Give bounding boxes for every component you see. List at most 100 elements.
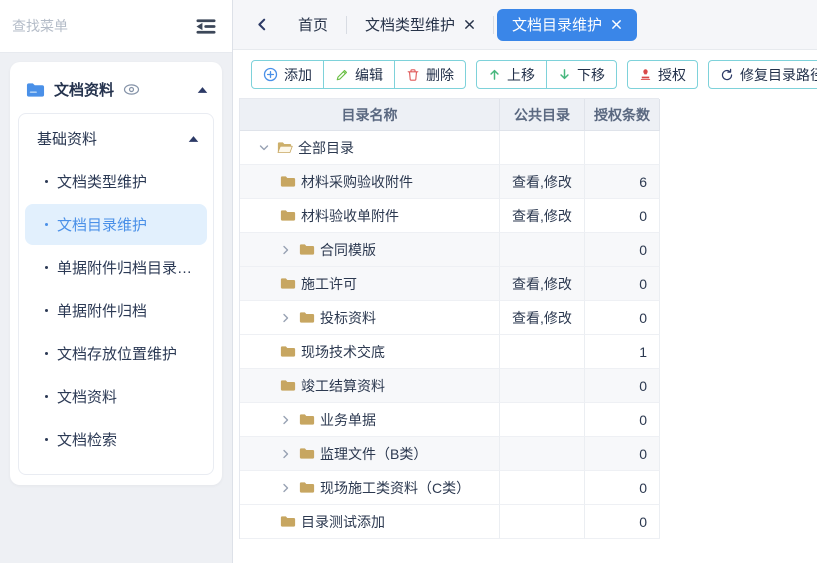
cell-directory-name: 全部目录 bbox=[240, 131, 500, 165]
folder-icon bbox=[280, 175, 296, 188]
sidebar-menu-card: 文档资料 基础资料 bbox=[10, 62, 222, 485]
table-row[interactable]: 材料采购验收附件 查看,修改 6 bbox=[240, 165, 659, 199]
caret-up-icon bbox=[188, 135, 199, 143]
sidebar-menu-item[interactable]: 单据附件归档 bbox=[25, 290, 207, 331]
tab-close-icon[interactable] bbox=[611, 19, 622, 30]
table-row[interactable]: 现场施工类资料（C类） 0 bbox=[240, 471, 659, 505]
table-row[interactable]: 现场技术交底 1 bbox=[240, 335, 659, 369]
move-down-button[interactable]: 下移 bbox=[546, 60, 617, 89]
arrow-down-icon bbox=[558, 68, 571, 81]
group-label: 基础资料 bbox=[37, 128, 188, 149]
table-row[interactable]: 监理文件（B类） 0 bbox=[240, 437, 659, 471]
toolbar: 添加 编辑 删除 bbox=[233, 50, 817, 98]
move-down-label: 下移 bbox=[577, 65, 605, 85]
sidebar: 文档资料 基础资料 bbox=[0, 0, 233, 563]
directory-name: 竣工结算资料 bbox=[301, 376, 385, 396]
collapse-menu-icon[interactable] bbox=[194, 17, 218, 36]
bullet-dot bbox=[45, 266, 48, 269]
refresh-icon bbox=[720, 68, 734, 82]
app-root: 文档资料 基础资料 bbox=[0, 0, 817, 563]
folder-icon bbox=[299, 311, 315, 324]
folder-icon bbox=[299, 413, 315, 426]
table-row[interactable]: 业务单据 0 bbox=[240, 403, 659, 437]
folder-blue-icon bbox=[26, 82, 45, 98]
chevron-right-icon[interactable] bbox=[280, 312, 292, 324]
table-row[interactable]: 投标资料 查看,修改 0 bbox=[240, 301, 659, 335]
chevron-down-icon[interactable] bbox=[258, 142, 270, 154]
tab-list: 首页 文档类型维护 bbox=[283, 9, 637, 41]
chevron-right-icon[interactable] bbox=[280, 414, 292, 426]
cell-public-permissions bbox=[500, 369, 585, 403]
tab-bar: 首页 文档类型维护 bbox=[233, 0, 817, 50]
edit-button[interactable]: 编辑 bbox=[323, 60, 395, 89]
cell-directory-name: 材料验收单附件 bbox=[240, 199, 500, 233]
cell-public-permissions bbox=[500, 437, 585, 471]
directory-name: 投标资料 bbox=[320, 308, 376, 328]
cell-public-permissions bbox=[500, 505, 585, 539]
search-input[interactable] bbox=[12, 18, 186, 34]
tab-label: 文档类型维护 bbox=[365, 14, 455, 35]
tab[interactable]: 文档类型维护 bbox=[350, 9, 490, 41]
sidebar-group-header[interactable]: 基础资料 bbox=[25, 116, 207, 159]
directory-table: 目录名称 公共目录 授权条数 bbox=[239, 98, 659, 539]
tab[interactable]: 文档目录维护 bbox=[497, 9, 637, 41]
repair-path-button[interactable]: 修复目录路径 bbox=[708, 60, 817, 89]
bullet-dot bbox=[45, 180, 48, 183]
chevron-right-icon[interactable] bbox=[280, 482, 292, 494]
folder-icon bbox=[299, 481, 315, 494]
cell-directory-name: 施工许可 bbox=[240, 267, 500, 301]
tab-wrap: 首页 bbox=[283, 9, 343, 41]
sidebar-menu-item[interactable]: 文档目录维护 bbox=[25, 204, 207, 245]
folder-icon bbox=[280, 209, 296, 222]
add-button-label: 添加 bbox=[284, 65, 312, 85]
chevron-right-icon[interactable] bbox=[280, 448, 292, 460]
table-row[interactable]: 材料验收单附件 查看,修改 0 bbox=[240, 199, 659, 233]
sidebar-section-docs[interactable]: 文档资料 bbox=[16, 66, 216, 113]
cell-public-permissions bbox=[500, 471, 585, 505]
sidebar-group-basic: 基础资料 文档类型维护 文档目录维护 bbox=[18, 113, 214, 475]
column-header-name[interactable]: 目录名称 bbox=[240, 99, 500, 131]
cell-directory-name: 监理文件（B类） bbox=[240, 437, 500, 471]
tab-label: 文档目录维护 bbox=[512, 14, 602, 35]
repair-path-label: 修复目录路径 bbox=[740, 65, 817, 85]
table-row[interactable]: 竣工结算资料 0 bbox=[240, 369, 659, 403]
bullet-dot bbox=[45, 352, 48, 355]
cell-directory-name: 现场技术交底 bbox=[240, 335, 500, 369]
column-header-count[interactable]: 授权条数 bbox=[585, 99, 660, 131]
sidebar-menu-item[interactable]: 单据附件归档目录… bbox=[25, 247, 207, 288]
cell-auth-count: 0 bbox=[585, 199, 660, 233]
sidebar-menu-item[interactable]: 文档检索 bbox=[25, 419, 207, 460]
tab-close-icon[interactable] bbox=[464, 19, 475, 30]
cell-public-permissions: 查看,修改 bbox=[500, 267, 585, 301]
back-chevron-icon[interactable] bbox=[247, 17, 277, 32]
delete-button[interactable]: 删除 bbox=[394, 60, 466, 89]
eye-icon[interactable] bbox=[123, 83, 140, 96]
move-up-button[interactable]: 上移 bbox=[476, 60, 547, 89]
sidebar-menu-item-label: 单据附件归档 bbox=[57, 300, 147, 321]
sidebar-menu-item[interactable]: 文档资料 bbox=[25, 376, 207, 417]
bullet-dot bbox=[45, 309, 48, 312]
table-row[interactable]: 施工许可 查看,修改 0 bbox=[240, 267, 659, 301]
table-row[interactable]: 目录测试添加 0 bbox=[240, 505, 659, 539]
sidebar-menu-item[interactable]: 文档类型维护 bbox=[25, 161, 207, 202]
authorize-label: 授权 bbox=[658, 65, 686, 85]
table-body: 全部目录 bbox=[240, 131, 659, 539]
sidebar-menu-item[interactable]: 文档存放位置维护 bbox=[25, 333, 207, 374]
table-row[interactable]: 合同模版 0 bbox=[240, 233, 659, 267]
tab[interactable]: 首页 bbox=[283, 9, 343, 41]
cell-public-permissions: 查看,修改 bbox=[500, 199, 585, 233]
pencil-icon bbox=[335, 68, 349, 82]
caret-up-icon[interactable] bbox=[197, 86, 208, 94]
cell-auth-count: 0 bbox=[585, 437, 660, 471]
directory-name: 业务单据 bbox=[320, 410, 376, 430]
table-row[interactable]: 全部目录 bbox=[240, 131, 659, 165]
add-button[interactable]: 添加 bbox=[251, 60, 324, 89]
sidebar-search-bar bbox=[0, 0, 232, 53]
cell-directory-name: 材料采购验收附件 bbox=[240, 165, 500, 199]
column-header-public[interactable]: 公共目录 bbox=[500, 99, 585, 131]
chevron-right-icon[interactable] bbox=[280, 244, 292, 256]
folder-icon bbox=[299, 243, 315, 256]
cell-auth-count: 6 bbox=[585, 165, 660, 199]
folder-open-icon bbox=[277, 141, 293, 154]
authorize-button[interactable]: 授权 bbox=[627, 60, 698, 89]
